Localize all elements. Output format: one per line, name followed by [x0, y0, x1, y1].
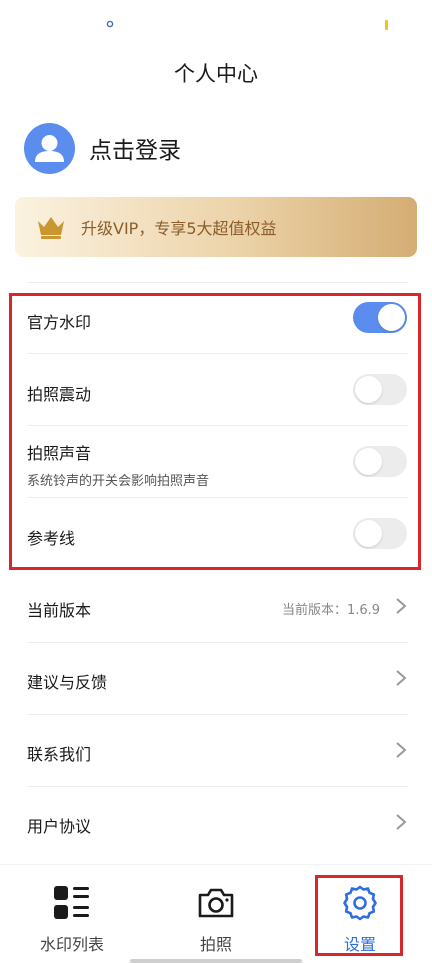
link-row-contact[interactable]: 联系我们 — [27, 741, 408, 765]
grid-list-icon — [54, 886, 89, 919]
highlight-box — [315, 875, 403, 956]
tab-label: 拍照 — [199, 935, 232, 954]
camera-icon — [198, 888, 234, 918]
crown-icon — [38, 217, 64, 239]
version-value: 当前版本：1.6.9 — [282, 603, 381, 618]
user-icon — [35, 134, 64, 162]
link-row-feedback[interactable]: 建议与反馈 — [27, 669, 408, 693]
divider — [27, 282, 408, 283]
divider — [27, 714, 408, 715]
battery-icon — [385, 20, 388, 30]
link-row-agreement[interactable]: 用户协议 — [27, 813, 408, 837]
gear-small-icon — [106, 20, 114, 28]
link-label: 建议与反馈 — [27, 673, 108, 692]
profile-login[interactable]: 点击登录 — [24, 122, 181, 174]
home-indicator[interactable] — [130, 959, 302, 963]
tab-camera[interactable]: 拍照 — [144, 865, 288, 964]
tab-label: 水印列表 — [39, 935, 104, 954]
vip-text: 升级VIP，专享5大超值权益 — [81, 219, 277, 238]
avatar — [24, 122, 75, 174]
highlight-box — [9, 293, 421, 570]
link-label: 联系我们 — [27, 745, 92, 764]
tab-watermark-list[interactable]: 水印列表 — [0, 865, 144, 964]
divider — [27, 642, 408, 643]
chevron-right-icon — [396, 742, 407, 758]
divider — [27, 786, 408, 787]
login-label: 点击登录 — [89, 138, 181, 164]
chevron-right-icon — [396, 814, 407, 830]
chevron-right-icon — [396, 670, 407, 686]
chevron-right-icon — [396, 598, 407, 614]
vip-banner[interactable]: 升级VIP，专享5大超值权益 — [15, 197, 417, 257]
page-title: 个人中心 — [174, 62, 258, 86]
link-label: 用户协议 — [27, 817, 92, 836]
status-bar — [0, 0, 432, 44]
